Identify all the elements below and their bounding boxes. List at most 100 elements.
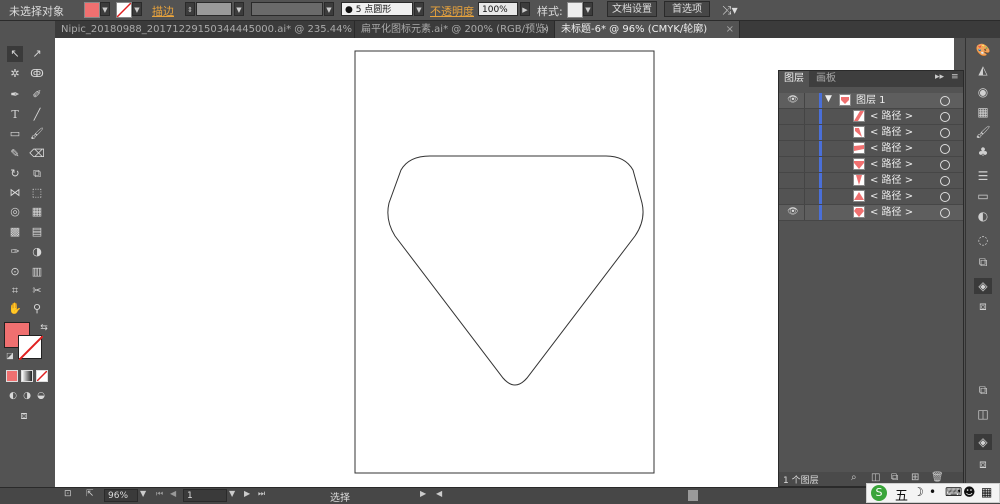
none-mode-button[interactable] — [36, 370, 48, 382]
half-width-icon[interactable]: ☽ — [913, 485, 924, 499]
type-tool-icon[interactable]: T — [7, 107, 23, 123]
line-tool-icon[interactable]: ╱ — [29, 107, 45, 123]
path-row[interactable]: < 路径 > — [779, 125, 963, 141]
user-icon[interactable]: ☻ — [963, 485, 976, 499]
opacity-field[interactable]: 100% — [478, 2, 518, 16]
target-circle-icon[interactable] — [940, 192, 950, 202]
mesh-tool-icon[interactable]: ▩ — [7, 224, 23, 240]
path-row[interactable]: < 路径 > — [779, 173, 963, 189]
visibility-eye-icon[interactable]: 👁 — [783, 207, 803, 218]
path-row[interactable]: < 路径 > — [779, 157, 963, 173]
scroll-left-icon[interactable]: ◀ — [436, 489, 442, 498]
artboards-panel-icon[interactable]: ⧈ — [974, 298, 992, 314]
target-circle-icon[interactable] — [940, 112, 950, 122]
path-row[interactable]: < 路径 > — [779, 109, 963, 125]
sogou-logo-icon[interactable]: S — [871, 485, 887, 501]
layer-name[interactable]: 图层 1 — [856, 93, 886, 108]
stroke-swatch[interactable] — [116, 2, 132, 18]
variable-width-profile[interactable] — [251, 2, 323, 16]
lock-toggle[interactable] — [804, 157, 820, 172]
symbols-icon[interactable]: ♣ — [974, 144, 992, 160]
expand-arrow-icon[interactable]: ▼ — [825, 94, 832, 104]
fill-dropdown-arrow[interactable]: ▼ — [100, 2, 110, 16]
collapse-panel-icon[interactable]: ▸▸ — [935, 72, 944, 82]
zoom-field[interactable]: 96% — [104, 489, 138, 502]
next-artboard-icon[interactable]: ▶ — [244, 489, 250, 498]
artboard[interactable] — [354, 50, 655, 474]
lock-toggle[interactable] — [804, 109, 820, 124]
free-transform-tool-icon[interactable]: ⬚ — [29, 185, 45, 201]
gradient-tool-icon[interactable]: ▤ — [29, 224, 45, 240]
keyboard-icon[interactable]: ⌨ — [945, 485, 962, 499]
path-label[interactable]: < 路径 > — [870, 125, 913, 140]
rotate-tool-icon[interactable]: ↻ — [7, 166, 23, 182]
layer-row-1[interactable]: 👁 ▼ 图层 1 — [779, 93, 963, 109]
clipping-mask-icon[interactable]: ◫ — [871, 472, 880, 483]
tab-nipic[interactable]: Nipic_20180988_20171229150344445000.ai* … — [55, 21, 355, 38]
style-arrow[interactable]: ▼ — [583, 2, 593, 16]
artboard-tool-icon[interactable]: ⌗ — [7, 283, 23, 299]
fill-swatch[interactable] — [84, 2, 100, 18]
target-circle-icon[interactable] — [940, 176, 950, 186]
lock-toggle[interactable] — [804, 173, 820, 188]
shape-builder-tool-icon[interactable]: ◎ — [7, 204, 23, 220]
blend-tool-icon[interactable]: ◑ — [29, 244, 45, 260]
prev-artboard-icon[interactable]: ◀ — [170, 489, 176, 498]
stroke-weight-arrow[interactable]: ▼ — [234, 2, 244, 16]
brushes-icon[interactable]: 🖌 — [974, 124, 992, 140]
lock-toggle[interactable] — [804, 93, 820, 108]
layers-panel-icon-2[interactable]: ◈ — [974, 434, 992, 450]
stroke-weight-field[interactable] — [196, 2, 232, 16]
gradient-panel-icon[interactable]: ▭ — [974, 188, 992, 204]
close-icon[interactable]: × — [541, 21, 549, 38]
locate-object-icon[interactable]: ⌕ — [851, 472, 857, 483]
curvature-tool-icon[interactable]: ✐ — [29, 87, 45, 103]
target-circle-icon[interactable] — [940, 208, 950, 218]
column-graph-tool-icon[interactable]: ▥ — [29, 264, 45, 280]
pen-tool-icon[interactable]: ✒ — [7, 87, 23, 103]
document-setup-button[interactable]: 文档设置 — [607, 1, 657, 17]
status-arrow-icon[interactable]: ▶ — [420, 489, 426, 498]
magic-wand-tool-icon[interactable]: ✲ — [7, 66, 23, 82]
swap-colors-icon[interactable]: ⇆ — [36, 320, 52, 336]
slice-tool-icon[interactable]: ✂ — [29, 283, 45, 299]
target-circle-icon[interactable] — [940, 144, 950, 154]
artboards-panel-icon-2[interactable]: ⧈ — [974, 456, 992, 472]
horizontal-scroll-thumb[interactable] — [688, 490, 698, 501]
path-row[interactable]: < 路径 > — [779, 141, 963, 157]
stroke-dropdown-arrow[interactable]: ▼ — [132, 2, 142, 16]
color-panel-icon[interactable]: 🎨 — [974, 42, 992, 58]
arrange-documents-icon[interactable]: ⤨▾ — [722, 3, 738, 18]
path-label[interactable]: < 路径 > — [870, 141, 913, 156]
tab-flat-icons[interactable]: 扁平化图标元素.ai* @ 200% (RGB/预览) × — [355, 21, 555, 38]
rectangle-tool-icon[interactable]: ▭ — [7, 126, 23, 142]
opacity-label[interactable]: 不透明度 — [430, 3, 474, 19]
graphic-styles-icon[interactable]: ⧉ — [974, 254, 992, 270]
lock-toggle[interactable] — [804, 125, 820, 140]
export-panel-icon[interactable]: ⧉ — [974, 382, 992, 398]
screen-mode-icon[interactable]: ⧈ — [16, 408, 32, 424]
lock-toggle[interactable] — [804, 141, 820, 156]
graphic-style-swatch[interactable] — [567, 2, 583, 18]
zoom-tool-icon[interactable]: ⚲ — [29, 301, 45, 317]
draw-inside-icon[interactable]: ◒ — [33, 388, 49, 404]
last-artboard-icon[interactable]: ⏭ — [258, 489, 265, 499]
selection-tool-icon[interactable]: ↖ — [7, 46, 23, 62]
tab-untitled-6[interactable]: 未标题-6* @ 96% (CMYK/轮廓) × — [555, 21, 740, 38]
visibility-eye-icon[interactable]: 👁 — [783, 95, 803, 106]
artboard-dropdown-arrow[interactable]: ▼ — [229, 489, 235, 498]
gradient-mode-button[interactable] — [21, 370, 33, 382]
stroke-panel-icon[interactable]: ☰ — [974, 168, 992, 184]
profile-arrow[interactable]: ▼ — [324, 2, 334, 16]
path-row[interactable]: < 路径 > — [779, 189, 963, 205]
perspective-grid-tool-icon[interactable]: ▦ — [29, 204, 45, 220]
eyedropper-tool-icon[interactable]: ✑ — [7, 244, 23, 260]
punctuation-icon[interactable]: • — [929, 485, 936, 499]
pencil-tool-icon[interactable]: ✎ — [7, 146, 23, 162]
ime-toolbar[interactable]: S 五 ☽ • ⌨ ☻ ▦ — [866, 483, 1000, 504]
lasso-tool-icon[interactable]: ↂ — [29, 66, 45, 82]
target-circle-icon[interactable] — [940, 128, 950, 138]
swatches-icon[interactable]: ▦ — [974, 104, 992, 120]
zoom-dropdown-arrow[interactable]: ▼ — [140, 489, 146, 498]
trash-icon[interactable]: 🗑 — [931, 472, 944, 483]
